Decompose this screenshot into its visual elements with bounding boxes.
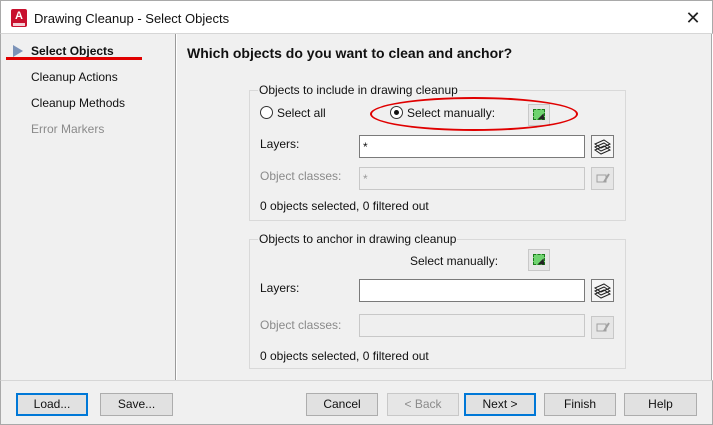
anchor-layer-filter-button[interactable] <box>591 279 614 302</box>
triangle-right-icon <box>13 45 23 57</box>
back-button: < Back <box>387 393 459 416</box>
cancel-button[interactable]: Cancel <box>306 393 378 416</box>
include-status-text: 0 objects selected, 0 filtered out <box>260 199 429 213</box>
anchor-class-filter-button <box>591 316 614 339</box>
include-group-title: Objects to include in drawing cleanup <box>258 83 459 97</box>
select-manually-label[interactable]: Select manually: <box>407 106 495 120</box>
anchor-object-classes-input <box>359 314 585 337</box>
anchor-layers-label: Layers: <box>260 281 300 295</box>
select-all-radio[interactable] <box>260 106 273 119</box>
main-panel: Which objects do you want to clean and a… <box>177 34 712 380</box>
sidebar-item-error-markers: Error Markers <box>31 122 105 136</box>
autocad-app-icon: A <box>11 9 27 27</box>
close-icon[interactable]: ✕ <box>680 5 706 31</box>
include-class-filter-button <box>591 167 614 190</box>
class-filter-icon <box>596 322 610 332</box>
anchor-layers-input[interactable] <box>359 279 585 302</box>
help-button[interactable]: Help <box>624 393 697 416</box>
select-manually-radio[interactable] <box>390 106 403 119</box>
layer-filter-icon <box>593 139 612 155</box>
app-icon-badge <box>13 23 25 26</box>
window-title: Drawing Cleanup - Select Objects <box>34 11 230 26</box>
select-objects-button[interactable] <box>528 104 550 126</box>
class-filter-icon <box>596 173 610 183</box>
anchor-object-classes-label: Object classes: <box>260 318 342 332</box>
save-button[interactable]: Save... <box>100 393 173 416</box>
layers-label: Layers: <box>260 137 300 151</box>
select-all-label[interactable]: Select all <box>277 106 326 120</box>
anchor-group: Objects to anchor in drawing cleanup Sel… <box>249 232 626 369</box>
anchor-select-objects-button[interactable] <box>528 249 550 271</box>
wizard-steps-sidebar: Select Objects Cleanup Actions Cleanup M… <box>0 34 176 380</box>
anchor-status-text: 0 objects selected, 0 filtered out <box>260 349 429 363</box>
finish-button[interactable]: Finish <box>544 393 616 416</box>
include-object-classes-input <box>359 167 585 190</box>
include-group: Objects to include in drawing cleanup Se… <box>249 83 626 221</box>
sidebar-item-cleanup-actions[interactable]: Cleanup Actions <box>31 70 118 84</box>
next-button[interactable]: Next > <box>464 393 536 416</box>
sidebar-item-select-objects[interactable]: Select Objects <box>31 44 114 58</box>
page-heading: Which objects do you want to clean and a… <box>187 45 513 61</box>
active-step-underline <box>6 57 142 60</box>
include-layer-filter-button[interactable] <box>591 135 614 158</box>
include-layers-input[interactable] <box>359 135 585 158</box>
load-button[interactable]: Load... <box>16 393 88 416</box>
title-bar: A Drawing Cleanup - Select Objects ✕ <box>0 0 713 34</box>
sidebar-item-cleanup-methods[interactable]: Cleanup Methods <box>31 96 125 110</box>
dialog-footer: Load... Save... Cancel < Back Next > Fin… <box>0 380 713 425</box>
layer-filter-icon <box>593 283 612 299</box>
object-classes-label: Object classes: <box>260 169 342 183</box>
anchor-select-manually-label: Select manually: <box>410 254 499 268</box>
anchor-group-title: Objects to anchor in drawing cleanup <box>258 232 458 246</box>
